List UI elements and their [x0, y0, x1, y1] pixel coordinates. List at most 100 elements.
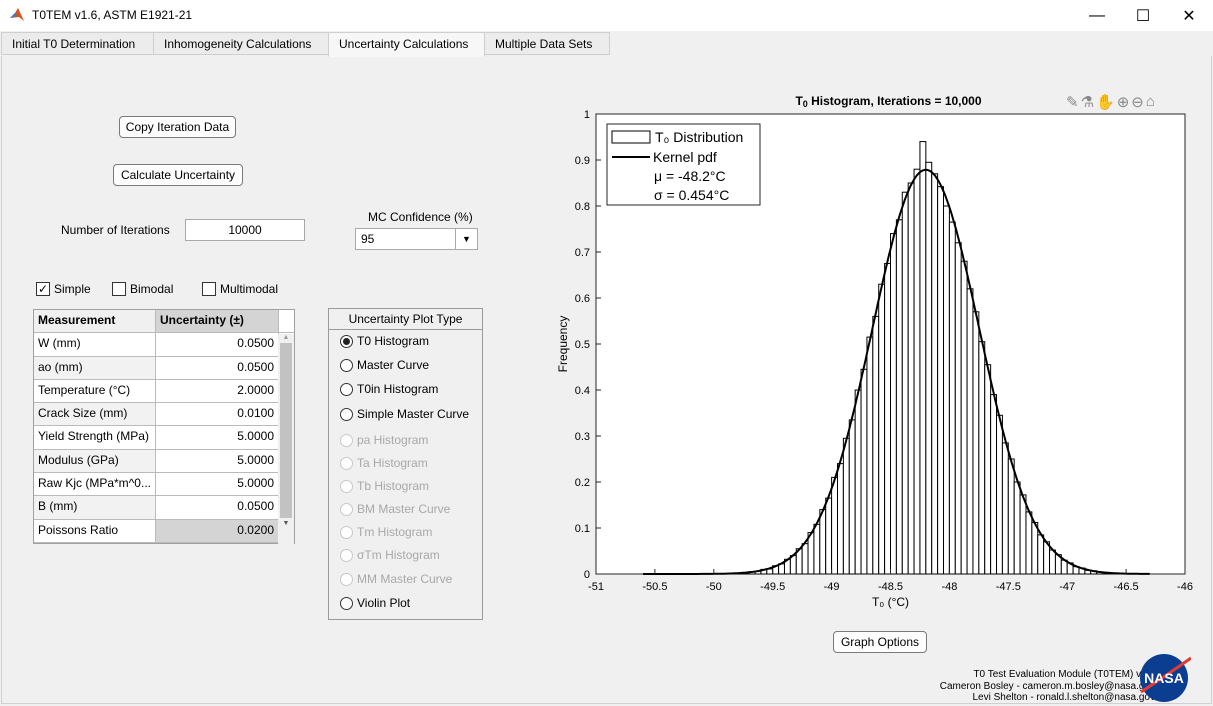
y-tick-label: 0.3: [575, 431, 590, 443]
histogram-bar: [842, 437, 850, 575]
confidence-label: MC Confidence (%): [368, 210, 473, 224]
uncertainty-cell[interactable]: 0.0200: [156, 519, 279, 542]
uncertainty-cell[interactable]: 5.0000: [156, 473, 279, 496]
close-button[interactable]: ✕: [1166, 0, 1212, 31]
radio-option[interactable]: Simple Master Curve: [340, 407, 469, 421]
multimodal-checkbox[interactable]: Multimodal: [202, 282, 278, 296]
histogram-bar: [860, 368, 868, 575]
histogram-bar: [1049, 549, 1056, 575]
measurement-cell[interactable]: ao (mm): [34, 356, 156, 379]
table-row[interactable]: Crack Size (mm) 0.0100: [34, 403, 294, 427]
scroll-down-icon[interactable]: ▼: [278, 520, 294, 527]
radio-option: BM Master Curve: [340, 502, 450, 516]
histogram-bar: [907, 182, 915, 575]
measurement-cell[interactable]: W (mm): [34, 333, 156, 356]
uncertainty-cell[interactable]: 0.0500: [156, 333, 279, 356]
y-axis-label: Frequency: [556, 316, 570, 373]
y-tick-label: 0.5: [575, 339, 590, 351]
confidence-dropdown[interactable]: 95 ▼: [355, 228, 478, 250]
radio-option: σTm Histogram: [340, 548, 440, 562]
table-row[interactable]: Poissons Ratio 0.0200: [34, 519, 294, 543]
uncertainty-cell[interactable]: 0.0500: [156, 356, 279, 379]
zoom-in-icon[interactable]: ⊕: [1117, 93, 1130, 111]
graph-options-button[interactable]: Graph Options: [833, 631, 927, 653]
uncertainty-cell[interactable]: 0.0500: [156, 496, 279, 519]
table-row[interactable]: Modulus (GPa) 5.0000: [34, 449, 294, 474]
iterations-input[interactable]: 10000: [185, 219, 305, 241]
tab-uncertainty[interactable]: Uncertainty Calculations: [328, 32, 485, 57]
header-uncertainty: Uncertainty (±): [156, 310, 279, 333]
histogram-bar: [1019, 494, 1027, 575]
uncertainty-cell[interactable]: 5.0000: [156, 426, 279, 449]
measurement-cell[interactable]: Yield Strength (MPa): [34, 426, 156, 449]
pan-hand-icon[interactable]: ✋: [1096, 93, 1115, 111]
table-row[interactable]: Yield Strength (MPa) 5.0000: [34, 426, 294, 450]
bimodal-checkbox[interactable]: Bimodal: [112, 282, 173, 296]
histogram-chart[interactable]: -51 -50.5 -50 -49.5 -49 -48.5 -48 -47.5 -47 -46.5…: [540, 88, 1210, 628]
radio-label: σTm Histogram: [357, 548, 440, 562]
measurement-cell[interactable]: Modulus (GPa): [34, 449, 156, 473]
y-tick-label: 0.9: [575, 155, 590, 167]
data-tip-icon[interactable]: ⚗: [1081, 93, 1094, 111]
histogram-bar: [1013, 481, 1021, 575]
x-tick-label: -48.5: [878, 581, 903, 593]
histogram-bar: [825, 497, 833, 575]
scroll-up-icon[interactable]: ▲: [278, 334, 294, 341]
legend-mu: μ = -48.2°C: [654, 168, 726, 184]
histogram-bar: [948, 221, 956, 575]
radio-label: pa Histogram: [357, 433, 429, 447]
table-row[interactable]: ao (mm) 0.0500: [34, 356, 294, 380]
radio-label: MM Master Curve: [357, 572, 453, 586]
zoom-out-icon[interactable]: ⊖: [1131, 93, 1144, 111]
measurement-cell[interactable]: Temperature (°C): [34, 379, 156, 403]
radio-circle-icon: [340, 456, 353, 470]
histogram-bar: [972, 311, 980, 575]
radio-option[interactable]: Master Curve: [340, 358, 429, 372]
measurement-cell[interactable]: Poissons Ratio: [34, 519, 156, 542]
y-tick-label: 0.7: [575, 247, 590, 259]
minimize-button[interactable]: —: [1074, 0, 1120, 31]
chart-title-part: Histogram, Iterations = 10,000: [808, 94, 982, 108]
histogram-bar: [813, 523, 821, 575]
table-row[interactable]: W (mm) 0.0500: [34, 333, 294, 357]
y-tick-label: 0.8: [575, 201, 590, 213]
radio-label: Ta Histogram: [357, 456, 428, 470]
histogram-bar: [984, 364, 992, 575]
uncertainty-cell[interactable]: 2.0000: [156, 379, 279, 403]
uncertainty-cell[interactable]: 0.0100: [156, 403, 279, 426]
calculate-uncertainty-button[interactable]: Calculate Uncertainty: [113, 164, 243, 186]
radio-option[interactable]: T0in Histogram: [340, 382, 438, 396]
table-row[interactable]: Temperature (°C) 2.0000: [34, 379, 294, 404]
chevron-down-icon[interactable]: ▼: [455, 229, 477, 249]
measurement-cell[interactable]: Raw Kjc (MPa*m^0...: [34, 473, 156, 496]
footer-line1: T0 Test Evaluation Module (T0TEM) v1.6: [973, 669, 1155, 680]
radio-circle-icon: [340, 358, 353, 372]
x-tick-label: -50.5: [642, 581, 667, 593]
copy-iteration-data-button[interactable]: Copy Iteration Data: [119, 116, 236, 138]
uncertainty-cell[interactable]: 5.0000: [156, 449, 279, 473]
simple-checkbox[interactable]: ✓ Simple: [36, 282, 91, 296]
scrollbar-thumb[interactable]: [280, 343, 292, 518]
window-title: T0TEM v1.6, ASTM E1921-21: [32, 8, 193, 22]
uncertainty-table[interactable]: Measurement Uncertainty (±) W (mm) 0.0500…: [33, 309, 295, 544]
histogram-bar: [960, 260, 968, 575]
legend-kernel: Kernel pdf: [653, 149, 717, 165]
table-row[interactable]: B (mm) 0.0500: [34, 496, 294, 520]
measurement-cell[interactable]: B (mm): [34, 496, 156, 519]
maximize-button[interactable]: ☐: [1120, 0, 1166, 31]
measurement-cell[interactable]: Crack Size (mm): [34, 403, 156, 426]
tab-inhomogeneity[interactable]: Inhomogeneity Calculations: [153, 32, 329, 55]
tab-multiple-data-sets[interactable]: Multiple Data Sets: [484, 32, 610, 55]
table-scrollbar[interactable]: ▲ ▼: [278, 334, 294, 544]
radio-option[interactable]: T0 Histogram: [340, 334, 429, 348]
tab-initial-t0[interactable]: Initial T0 Determination: [1, 32, 154, 55]
histogram-bar: [878, 283, 886, 575]
radio-option[interactable]: Violin Plot: [340, 596, 410, 610]
histogram-bar: [913, 168, 921, 575]
histogram-bar: [872, 315, 880, 575]
home-icon[interactable]: ⌂: [1146, 93, 1155, 111]
histogram-bar: [925, 161, 933, 575]
brush-icon[interactable]: ✎: [1066, 93, 1079, 111]
histogram-bar: [890, 233, 897, 575]
table-row[interactable]: Raw Kjc (MPa*m^0... 5.0000: [34, 473, 294, 497]
